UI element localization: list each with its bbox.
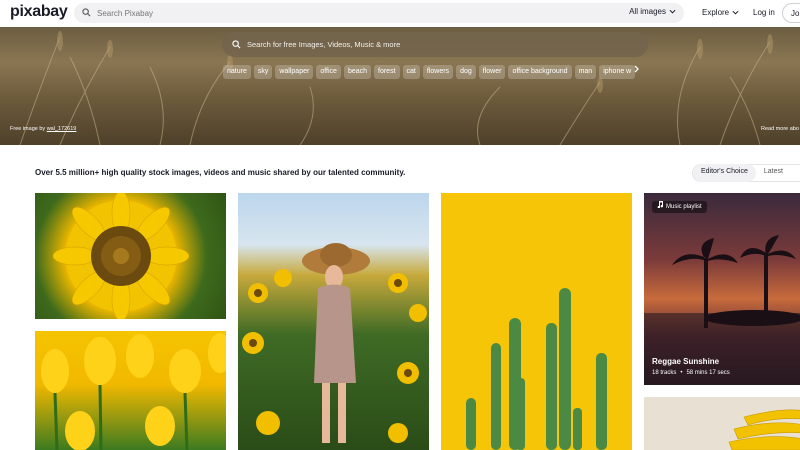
gallery-image-woman-sunflowers[interactable]	[238, 193, 429, 450]
tag-chip[interactable]: iphone w	[599, 65, 636, 79]
header-search-bar[interactable]: Search Pixabay All images	[74, 3, 684, 23]
tab-editors-choice[interactable]: Editor's Choice	[693, 164, 756, 182]
sort-tabs: Editor's Choice Latest	[692, 164, 800, 182]
hero-banner: Search for free Images, Videos, Music & …	[0, 27, 800, 145]
tag-chip[interactable]: office	[316, 65, 341, 79]
tag-chip[interactable]: beach	[343, 65, 372, 79]
explore-menu[interactable]: Explore	[702, 8, 739, 17]
search-icon	[232, 36, 241, 54]
gallery-image-tulips[interactable]	[35, 331, 226, 450]
chevron-down-icon	[732, 8, 739, 17]
credit-author-link[interactable]: wal_172619	[47, 126, 77, 132]
media-type-select[interactable]: All images	[629, 7, 676, 16]
playlist-badge: Music playlist	[652, 201, 707, 213]
playlist-title: Reggae Sunshine	[652, 357, 720, 366]
hero-search-input[interactable]: Search for free Images, Videos, Music & …	[247, 40, 400, 49]
tag-chip[interactable]: cat	[402, 65, 420, 79]
music-note-icon	[657, 201, 664, 213]
header-search-input[interactable]: Search Pixabay	[97, 9, 153, 18]
chevron-down-icon	[669, 7, 676, 16]
tulips-illustration	[41, 333, 226, 450]
page-tagline: Over 5.5 million+ high quality stock ima…	[35, 168, 406, 177]
image-credit: Free image by wal_172619	[10, 126, 76, 132]
pixabay-logo[interactable]: pixabay	[10, 3, 68, 21]
tag-chip[interactable]: forest	[374, 65, 400, 79]
credit-prefix: Free image by	[10, 126, 46, 132]
top-bar: pixabay Search Pixabay All images Explor…	[0, 0, 800, 27]
music-playlist-card[interactable]: Music playlist Reggae Sunshine 18 tracks…	[644, 193, 800, 385]
media-type-label: All images	[629, 7, 666, 16]
tab-latest[interactable]: Latest	[756, 164, 791, 182]
yellow-objects-illustration	[728, 409, 800, 450]
explore-label: Explore	[702, 8, 730, 17]
playlist-badge-label: Music playlist	[666, 204, 702, 210]
cactus-illustration	[466, 288, 607, 450]
playlist-duration: 58 mins 17 secs	[686, 370, 730, 376]
hero-search-bar[interactable]: Search for free Images, Videos, Music & …	[222, 32, 648, 57]
read-more-link[interactable]: Read more abo	[761, 126, 799, 132]
tag-chip[interactable]: man	[574, 65, 597, 79]
login-link[interactable]: Log in	[753, 8, 775, 17]
track-count: 18 tracks	[652, 370, 677, 376]
sunflower-illustration	[52, 193, 190, 319]
tag-chip[interactable]: flowers	[422, 65, 454, 79]
tag-chip[interactable]: flower	[478, 65, 506, 79]
tag-chip[interactable]: office background	[508, 65, 572, 79]
woman-sunflowers-illustration	[242, 243, 427, 443]
trending-tags: nature sky wallpaper office beach forest…	[223, 65, 643, 79]
search-icon	[82, 4, 91, 22]
chevron-right-icon[interactable]	[634, 65, 640, 75]
gallery-image-sunflower[interactable]	[35, 193, 226, 319]
gallery-image-partial[interactable]	[644, 397, 800, 450]
tag-chip[interactable]: sky	[253, 65, 273, 79]
meta-separator: •	[680, 370, 683, 376]
tag-chip[interactable]: dog	[456, 65, 476, 79]
playlist-meta: 18 tracks • 58 mins 17 secs	[652, 370, 730, 376]
join-button[interactable]: Join	[782, 3, 800, 23]
tag-chip[interactable]: nature	[223, 65, 251, 79]
tag-chip[interactable]: wallpaper	[275, 65, 314, 79]
gallery-image-cactus[interactable]	[441, 193, 632, 450]
